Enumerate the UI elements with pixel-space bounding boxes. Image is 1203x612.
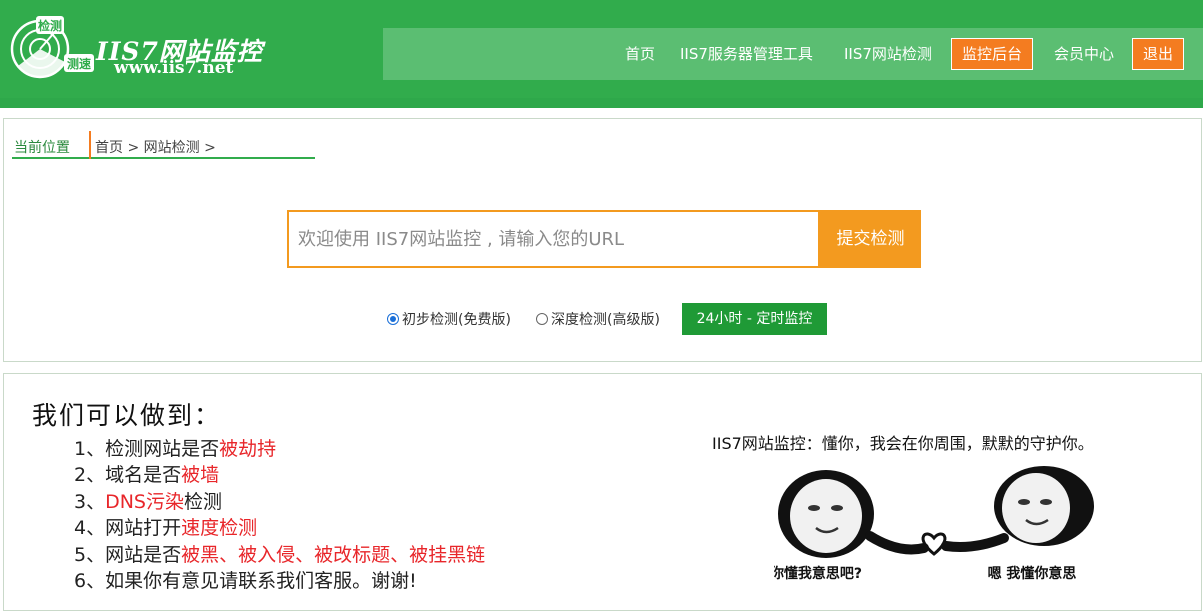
nav-item-server-tool[interactable]: IIS7服务器管理工具: [680, 28, 813, 80]
nav-item-home[interactable]: 首页: [625, 28, 655, 80]
panda-meme-image: 你懂我意思吧? 嗯 我懂你意思: [774, 466, 1094, 582]
option-basic-label: 初步检测(免费版): [402, 312, 511, 328]
scheduled-monitor-button[interactable]: 24小时 - 定时监控: [682, 303, 827, 335]
features-title: 我们可以做到：: [32, 401, 222, 430]
breadcrumb-separator: >: [127, 140, 140, 156]
feature-text: 6、如果你有意见请联系我们客服。谢谢!: [74, 569, 417, 592]
features-panel: 我们可以做到： 1、检测网站是否被劫持 2、域名是否被墙 3、DNS污染检测 4…: [3, 373, 1202, 611]
feature-text: 3、: [74, 490, 106, 513]
features-list: 1、检测网站是否被劫持 2、域名是否被墙 3、DNS污染检测 4、网站打开速度检…: [74, 436, 485, 594]
slogan-quote: IIS7网站监控：懂你，我会在你周围，默默的守护你。: [712, 434, 1094, 453]
feature-highlight: DNS污染: [105, 490, 184, 513]
meme-right-caption: 嗯 我懂你意思: [988, 565, 1077, 582]
feature-highlight: 速度检测: [181, 517, 258, 540]
nav-item-member-center[interactable]: 会员中心: [1054, 28, 1114, 80]
url-input[interactable]: [289, 212, 818, 266]
feature-highlight: 被墙: [181, 464, 220, 487]
meme-left-caption: 你懂我意思吧?: [774, 565, 862, 582]
right-panda-icon: [941, 466, 1094, 552]
radio-unselected-icon[interactable]: [536, 313, 548, 325]
logo-badge-top: 检测: [38, 18, 62, 33]
option-basic-check[interactable]: 初步检测(免费版): [387, 309, 511, 329]
feature-text: 1、检测网站是否: [74, 438, 220, 460]
list-item: 1、检测网站是否被劫持: [74, 436, 485, 462]
url-search-box: [287, 210, 820, 268]
breadcrumb-current-link[interactable]: 网站检测: [144, 140, 200, 156]
list-item: 4、网站打开速度检测: [74, 515, 485, 541]
breadcrumb-label: 当前位置: [14, 140, 70, 156]
radio-selected-icon[interactable]: [387, 313, 399, 325]
breadcrumb-separator: >: [204, 140, 216, 156]
option-deep-check[interactable]: 深度检测(高级版): [536, 309, 660, 329]
feature-text: 2、域名是否: [74, 464, 182, 487]
site-logo[interactable]: 检测 测速 IIS7网站监控 www.iis7.net: [10, 14, 270, 84]
search-panel: 当前位置 首页 > 网站检测 > 提交检测 初步检测(免费版) 深度检测(高级版…: [3, 118, 1202, 362]
nav-item-site-check[interactable]: IIS7网站检测: [844, 28, 932, 80]
submit-check-button[interactable]: 提交检测: [820, 210, 921, 268]
site-header: 检测 测速 IIS7网站监控 www.iis7.net 首页 IIS7服务器管理…: [0, 0, 1203, 108]
feature-text: 检测: [184, 490, 223, 513]
list-item: 3、DNS污染检测: [74, 489, 485, 515]
logo-badge-bottom: 测速: [67, 56, 91, 71]
feature-text: 5、网站是否: [74, 543, 182, 566]
feature-highlight: 被黑、被入侵、被改标题、被挂黑链: [181, 543, 486, 566]
logo-url: www.iis7.net: [114, 58, 234, 78]
feature-text: 4、网站打开: [74, 517, 182, 540]
list-item: 2、域名是否被墙: [74, 462, 485, 488]
monitor-backend-button[interactable]: 监控后台: [951, 38, 1034, 70]
breadcrumb-home-link[interactable]: 首页: [95, 140, 123, 156]
radar-logo-icon: 检测 测速: [10, 16, 94, 79]
logout-button[interactable]: 退出: [1132, 38, 1185, 70]
breadcrumb-divider: [89, 131, 91, 159]
list-item: 6、如果你有意见请联系我们客服。谢谢!: [74, 568, 485, 594]
left-panda-icon: [778, 470, 929, 558]
breadcrumb-path: 首页 > 网站检测 >: [95, 137, 216, 157]
main-nav: 首页 IIS7服务器管理工具 IIS7网站检测 监控后台 会员中心 退出: [383, 28, 1203, 80]
list-item: 5、网站是否被黑、被入侵、被改标题、被挂黑链: [74, 542, 485, 568]
option-deep-label: 深度检测(高级版): [551, 312, 660, 328]
breadcrumb: 当前位置 首页 > 网站检测 >: [12, 131, 315, 159]
feature-highlight: 被劫持: [219, 438, 277, 460]
